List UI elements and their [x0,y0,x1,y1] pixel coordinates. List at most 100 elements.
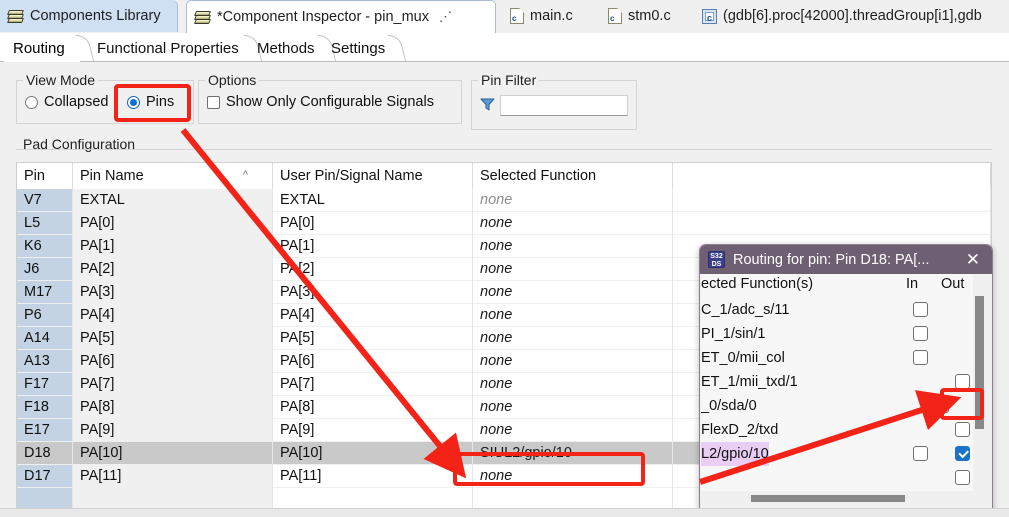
dialog-row[interactable]: C_1/adc_s/11 [701,298,973,322]
window-bottom-strip [0,508,1009,517]
dialog-row-function-label: ET_0/mii_col [701,350,785,366]
table-cell-pin: F18 [17,396,73,419]
dialog-row-function-label: PI_1/sin/1 [701,326,766,342]
pin-filter-input[interactable] [500,95,628,116]
editor-tab-gdb-debug[interactable]: c (gdb[6].proc[42000].threadGroup[i1],gd… [694,0,1009,32]
table-cell-user-name: PA[7] [273,373,473,396]
table-cell-pin: M17 [17,281,73,304]
editor-tab-label: (gdb[6].proc[42000].threadGroup[i1],gdb [723,8,982,24]
editor-tab-label: main.c [530,8,573,24]
table-cell-extra [673,212,991,235]
dialog-in-checkbox[interactable] [913,350,928,365]
dialog-header-function: ected Function(s) [701,276,814,292]
dialog-out-checkbox[interactable] [955,374,970,389]
dialog-row-function-label: FlexD_2/txd [701,422,779,438]
table-cell-user-name: PA[8] [273,396,473,419]
dialog-row[interactable]: L2/gpio/10 [701,442,973,466]
table-cell-selected-function: none [473,212,673,235]
dialog-row-function-label: C_1/adc_s/11 [701,302,790,318]
dialog-in-checkbox[interactable] [913,302,928,317]
checkbox-icon[interactable] [207,95,220,109]
dialog-in-checkbox[interactable] [913,446,928,461]
table-cell-user-name: EXTAL [273,189,473,212]
table-cell-user-name: PA[2] [273,258,473,281]
dialog-out-checkbox[interactable] [955,446,970,461]
column-header-user-pin-signal-name[interactable]: User Pin/Signal Name [273,163,473,189]
dialog-in-checkbox[interactable] [934,398,949,413]
options-title: Options [205,72,260,88]
editor-tab-components-library[interactable]: Components Library [0,0,178,32]
table-row[interactable]: V7 EXTAL EXTAL none [17,189,991,212]
dialog-row[interactable]: ET_0/mii_col [701,346,973,370]
dialog-row[interactable]: FlexD_2/txd [701,418,973,442]
editor-tab-component-inspector[interactable]: *Component Inspector - pin_mux ⋰ [186,0,496,33]
table-cell-selected-function: none [473,281,673,304]
table-cell-pin: J6 [17,258,73,281]
table-cell-pin-name: PA[9] [73,419,273,442]
table-cell-selected-function: SIUL2/gpio/10 [473,442,673,465]
dialog-horizontal-scroll-thumb[interactable] [751,495,905,502]
table-cell-selected-function: none [473,327,673,350]
close-icon[interactable]: ⋰ [439,9,452,25]
dialog-out-checkbox[interactable] [955,422,970,437]
dialog-title: Routing for pin: Pin D18: PA[... [733,251,930,268]
column-header-extra[interactable] [673,163,991,189]
close-icon[interactable]: ✕ [962,251,984,268]
dialog-row[interactable]: ET_1/mii_txd/1 [701,370,973,394]
dialog-row-function-label: _0/sda/0 [701,398,757,414]
table-cell-user-name: PA[4] [273,304,473,327]
components-icon [6,9,25,24]
table-cell-pin: V7 [17,189,73,212]
table-cell-selected-function: none [473,189,673,212]
component-inspector-window: Components Library *Component Inspector … [0,0,1009,517]
debug-icon: c [702,8,717,24]
tab-functional-properties[interactable]: Functional Properties [88,35,263,62]
editor-tab-main-c[interactable]: c main.c [502,0,594,32]
tab-settings[interactable]: Settings [322,35,407,62]
radio-label: Pins [146,94,175,110]
dialog-row-function-label: L2/gpio/10 [701,442,769,466]
editor-tab-label: stm0.c [628,8,671,24]
table-cell-pin-name: PA[1] [73,235,273,258]
dialog-vertical-scrollbar[interactable] [975,293,985,493]
dialog-out-checkbox[interactable] [955,470,970,485]
table-cell-user-name: PA[0] [273,212,473,235]
table-cell-user-name: PA[11] [273,465,473,488]
radio-collapsed[interactable]: Collapsed [25,94,109,110]
dialog-vertical-scroll-thumb[interactable] [975,296,984,429]
table-cell-pin-name: PA[11] [73,465,273,488]
tab-methods[interactable]: Methods [248,35,337,62]
dialog-row-partial[interactable] [701,466,973,490]
table-cell-selected-function: none [473,235,673,258]
dialog-header-out: Out [941,276,965,292]
dialog-horizontal-scrollbar[interactable] [701,493,985,505]
radio-icon-selected[interactable] [127,95,140,109]
table-cell-pin-name: PA[5] [73,327,273,350]
table-cell-user-name: PA[10] [273,442,473,465]
dialog-row[interactable]: PI_1/sin/1 [701,322,973,346]
dialog-in-checkbox[interactable] [913,326,928,341]
table-cell-extra [673,189,991,212]
checkbox-show-only-configurable-signals[interactable]: Show Only Configurable Signals [207,94,434,110]
dialog-row-function-label: ET_1/mii_txd/1 [701,374,798,390]
table-row[interactable]: L5 PA[0] PA[0] none [17,212,991,235]
view-mode-title: View Mode [23,72,99,88]
routing-dialog[interactable]: S32 DS Routing for pin: Pin D18: PA[... ✕… [699,244,993,517]
column-header-selected-function[interactable]: Selected Function [473,163,673,189]
radio-pins[interactable]: Pins [127,94,174,110]
editor-tab-stm0-c[interactable]: c stm0.c [600,0,692,32]
tab-curve [387,35,407,62]
tab-routing[interactable]: Routing [4,35,95,62]
table-header-row: Pin Pin Name ^ User Pin/Signal Name Sele… [17,163,991,190]
dialog-function-list[interactable]: ected Function(s) In Out C_1/adc_s/11 PI_… [701,274,973,491]
column-header-pin-name[interactable]: Pin Name ^ [73,163,273,189]
radio-icon[interactable] [25,95,38,109]
table-cell-pin: F17 [17,373,73,396]
dialog-row[interactable]: _0/sda/0 [701,394,973,418]
editor-tab-label: *Component Inspector - pin_mux [217,9,429,25]
radio-label: Collapsed [44,94,109,110]
table-cell-pin-name: PA[3] [73,281,273,304]
components-icon [193,10,212,25]
column-header-pin[interactable]: Pin [17,163,73,189]
filter-icon[interactable] [480,97,495,112]
